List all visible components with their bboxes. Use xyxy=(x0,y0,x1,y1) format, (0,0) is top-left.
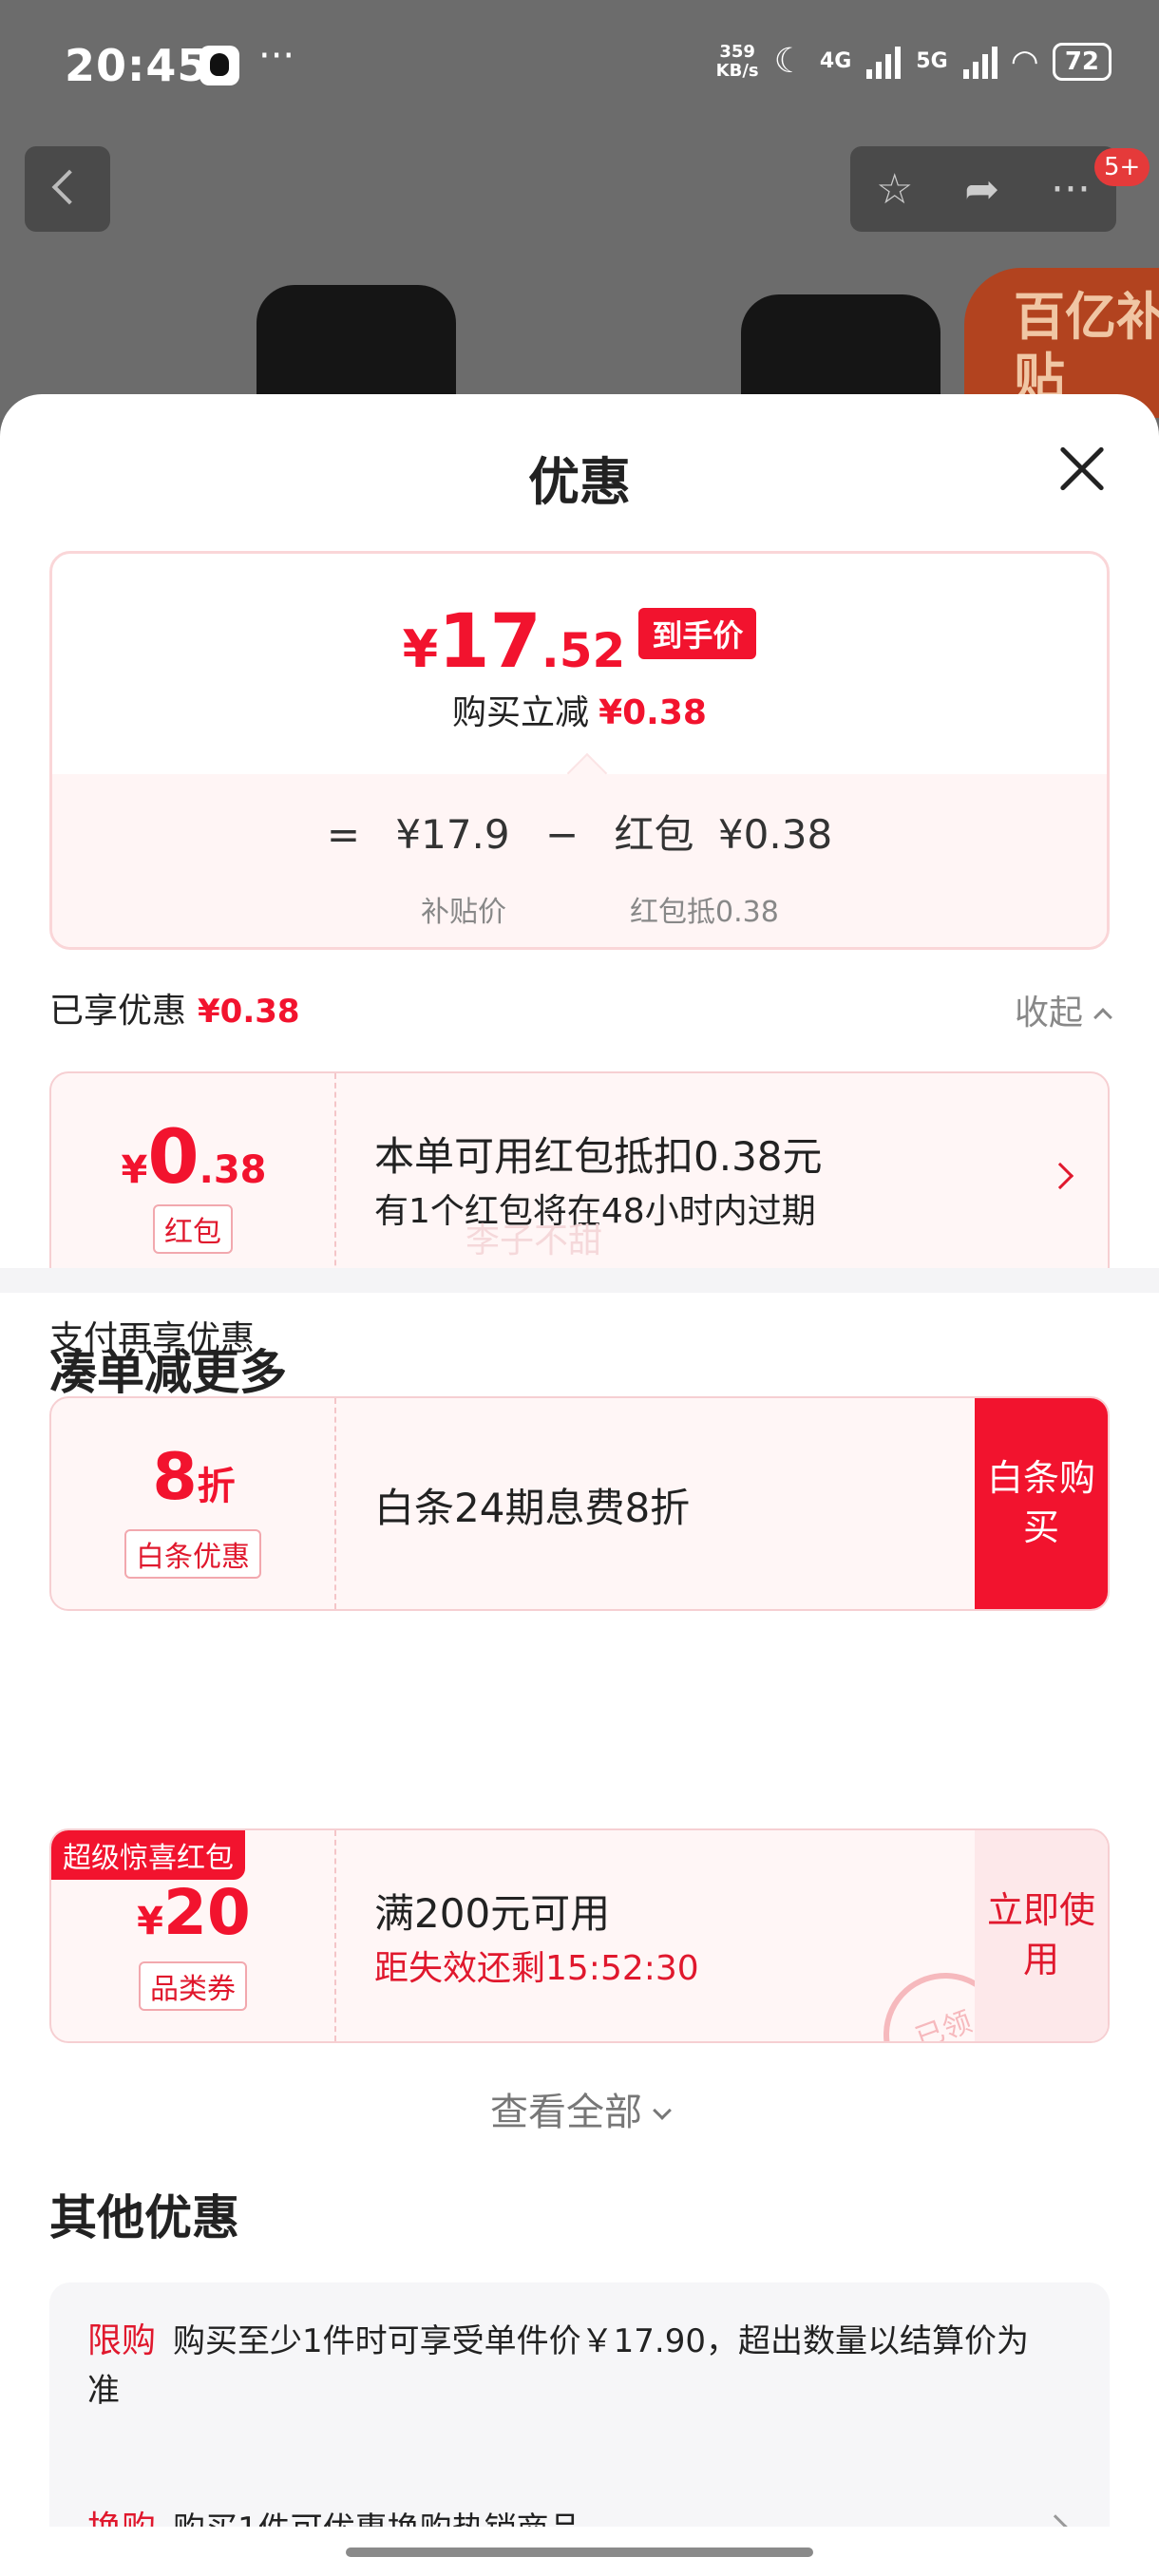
discount-sheet: 优惠 ¥17.52 到手价 购买立减 ¥0.38 = ¥17.9 − 红包 ¥0.3… xyxy=(0,394,1159,2576)
watermark: 李子不甜 xyxy=(466,1222,603,1260)
chevron-down-icon xyxy=(653,2101,672,2120)
battery-icon: 72 xyxy=(1052,42,1112,81)
redpacket-value: ¥0.38 xyxy=(717,811,833,858)
baitiao-line1: 白条24期息费8折 xyxy=(374,1485,691,1531)
coupon-amount: ¥20 xyxy=(51,1876,336,1949)
more-badge: 5+ xyxy=(1094,148,1150,186)
enjoyed-label: 已享优惠 xyxy=(49,992,187,1031)
subsidy-price-caption: 补贴价 xyxy=(421,896,506,929)
header-actions: ☆ ➦ ··· xyxy=(850,146,1116,232)
sheet-title: 优惠 xyxy=(528,452,631,512)
redpacket-caption: 红包抵0.38 xyxy=(630,896,779,929)
coupon-amount: ¥0.38 xyxy=(51,1115,336,1201)
instant-discount-value: ¥0.38 xyxy=(598,693,707,732)
price-breakdown: = ¥17.9 − 红包 ¥0.38 补贴价 红包抵0.38 xyxy=(52,774,1107,947)
coupon-kind: 品类券 xyxy=(139,1961,247,2011)
discount-value: 8 xyxy=(152,1440,198,1515)
coupon-left: 8折 白条优惠 xyxy=(51,1398,336,1609)
discount-amount: 8折 xyxy=(51,1440,336,1515)
more-notifications-icon: ··· xyxy=(258,34,295,78)
equals-sign: = xyxy=(326,811,361,858)
instant-discount: 购买立减 ¥0.38 xyxy=(52,685,1107,734)
coupon-countdown: 距失效还剩15:52:30 xyxy=(374,1949,699,1988)
minus-sign: − xyxy=(544,811,580,858)
redpacket-label: 红包 xyxy=(614,811,694,858)
share-icon[interactable]: ➦ xyxy=(964,165,999,214)
enjoyed-value: ¥0.38 xyxy=(198,993,300,1031)
instant-discount-label: 购买立减 xyxy=(452,693,590,732)
coupon-left: ¥0.38 红包 xyxy=(51,1073,336,1284)
discount-unit: 折 xyxy=(197,1465,236,1508)
final-price-tag: 到手价 xyxy=(638,608,757,659)
signal-bars-icon xyxy=(866,45,902,79)
signal-5g-label: 5G xyxy=(916,49,948,73)
category-coupon: ¥20 品类券 超级惊喜红包 满200元可用 距失效还剩15:52:30 已领 … xyxy=(49,1828,1110,2043)
other-section-title: 其他优惠 xyxy=(49,2190,239,2245)
signal-bars-5g-icon xyxy=(962,45,998,79)
moon-icon: ☾ xyxy=(773,42,805,81)
section-divider xyxy=(0,1268,1159,1293)
network-speed: 359 KB/s xyxy=(715,41,759,81)
price-decimal: .52 xyxy=(541,623,626,678)
back-button[interactable] xyxy=(25,146,110,232)
price-card: ¥17.52 到手价 购买立减 ¥0.38 = ¥17.9 − 红包 ¥0.38 补… xyxy=(49,551,1110,950)
qq-notification-icon xyxy=(200,46,239,85)
more-icon[interactable]: ··· xyxy=(1051,165,1091,214)
price-currency: ¥ xyxy=(402,619,439,679)
product-hero: ☆ ➦ ··· 5+ 百亿补贴 xyxy=(0,133,1159,418)
baitiao-coupon: 8折 白条优惠 白条24期息费8折 白条购买 xyxy=(49,1396,1110,1611)
signal-4g-label: 4G xyxy=(819,49,852,73)
limit-text: 购买至少1件时可享受单件价￥17.90，超出数量以结算价为准 xyxy=(87,2322,1029,2410)
coupon-kind: 红包 xyxy=(153,1204,233,1254)
coupon-line1: 本单可用红包抵扣0.38元 xyxy=(374,1133,823,1180)
enjoyed-discount: 已享优惠 ¥0.38 xyxy=(49,983,300,1032)
close-icon[interactable] xyxy=(1056,444,1106,493)
baitiao-buy-button[interactable]: 白条购买 xyxy=(975,1398,1108,1609)
price-integer: 17 xyxy=(438,599,542,685)
price-summary: ¥17.52 到手价 购买立减 ¥0.38 xyxy=(52,554,1107,774)
surprise-badge: 超级惊喜红包 xyxy=(51,1830,245,1880)
network-speed-value: 359 xyxy=(719,41,755,62)
navigation-bar xyxy=(0,2527,1159,2576)
home-indicator[interactable] xyxy=(346,2548,813,2557)
more-section-title: 凑单减更多 xyxy=(49,1345,287,1400)
list-item: 限购 购买至少1件时可享受单件价￥17.90，超出数量以结算价为准 xyxy=(87,2317,1056,2415)
view-all-button[interactable]: 查看全部 xyxy=(0,2081,1159,2136)
chevron-up-icon xyxy=(1093,1008,1112,1027)
coupon-amount-value: 20 xyxy=(162,1876,251,1949)
subsidy-price: ¥17.9 xyxy=(395,811,510,858)
coupon-currency: ¥ xyxy=(121,1148,148,1192)
use-now-button[interactable]: 立即使用 xyxy=(975,1830,1108,2041)
coupon-threshold: 满200元可用 xyxy=(374,1890,611,1937)
chevron-right-icon xyxy=(1046,1162,1074,1190)
final-price: ¥17.52 到手价 xyxy=(52,599,1107,685)
coupon-kind: 白条优惠 xyxy=(124,1529,261,1579)
limit-tag: 限购 xyxy=(87,2321,157,2360)
coupon-amount-int: 0 xyxy=(147,1115,200,1201)
status-time: 20:45 xyxy=(65,40,209,91)
view-all-label: 查看全部 xyxy=(490,2091,642,2134)
status-bar: 20:45 ··· 359 KB/s ☾ 4G 5G ◠ 72 xyxy=(0,0,1159,133)
network-speed-unit: KB/s xyxy=(715,60,759,81)
back-arrow-icon xyxy=(51,169,87,205)
favorite-star-icon[interactable]: ☆ xyxy=(876,165,913,214)
coupon-amount-dec: .38 xyxy=(199,1148,267,1192)
collapse-button[interactable]: 收起 xyxy=(1014,985,1112,1034)
price-equation: = ¥17.9 − 红包 ¥0.38 xyxy=(52,803,1107,861)
wifi-icon: ◠ xyxy=(1012,42,1037,81)
coupon-currency: ¥ xyxy=(137,1900,163,1943)
collapse-label: 收起 xyxy=(1014,994,1083,1032)
status-icons: 359 KB/s ☾ 4G 5G ◠ 72 xyxy=(716,42,1112,81)
